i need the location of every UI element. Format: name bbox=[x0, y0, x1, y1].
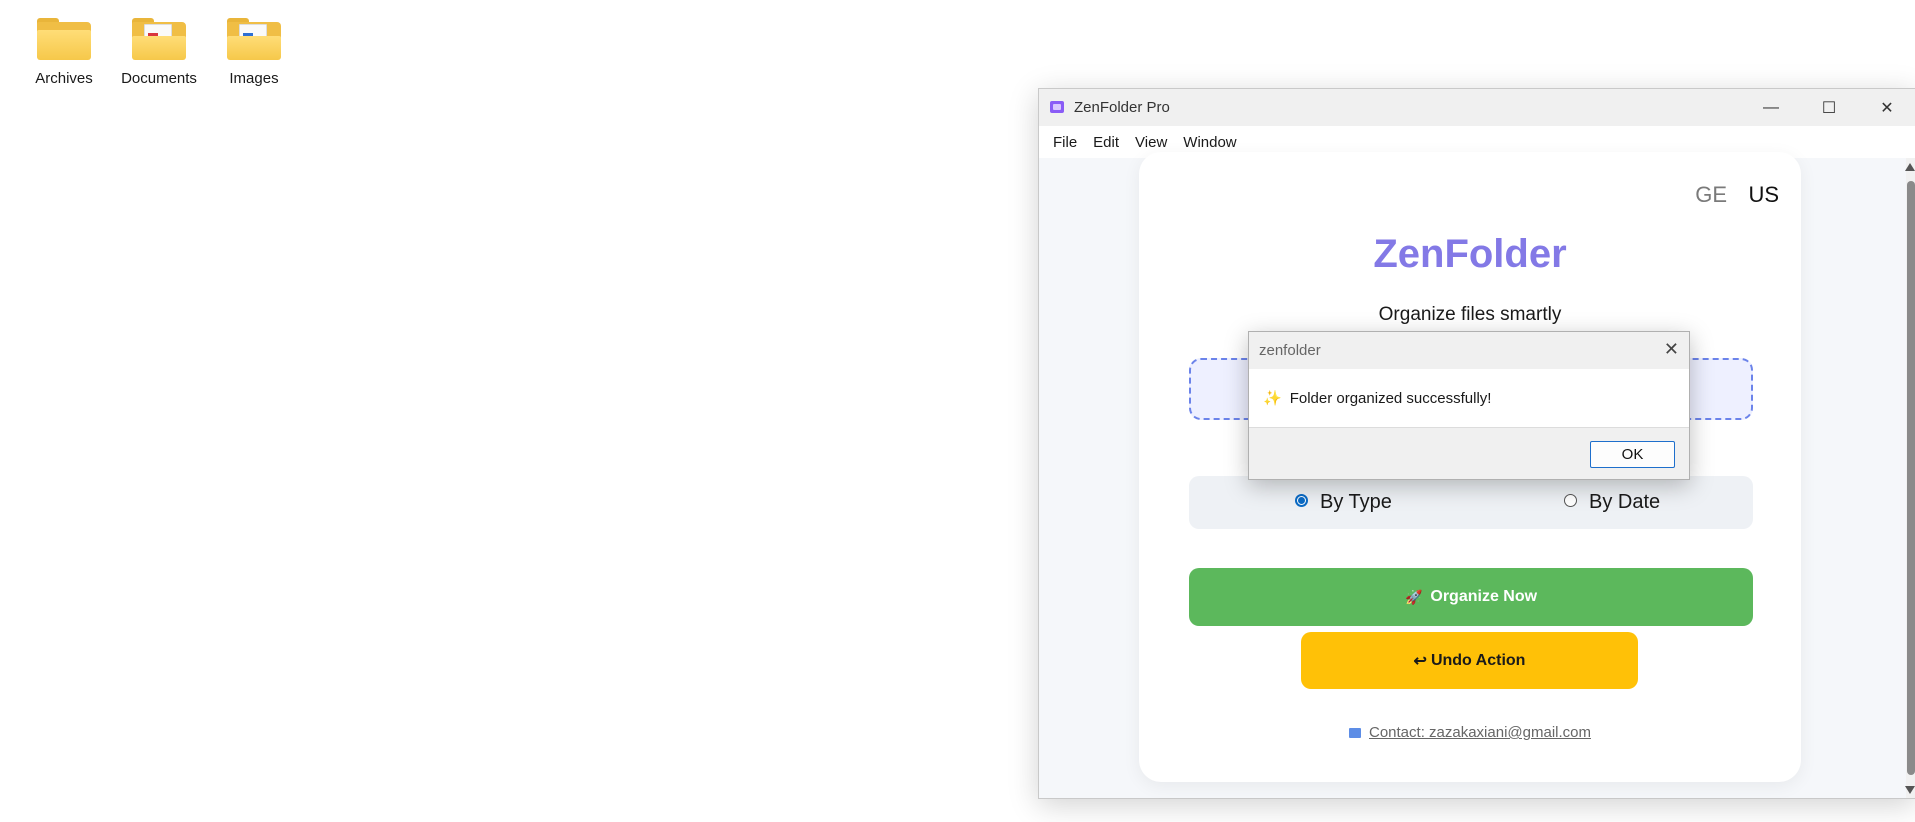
desktop-icon-label: Archives bbox=[35, 70, 93, 87]
dialog-message: Folder organized successfully! bbox=[1289, 389, 1492, 407]
contact-link[interactable]: Contact: zazakaxiani@gmail.com bbox=[1139, 724, 1801, 741]
language-ge-button[interactable]: GE bbox=[1695, 182, 1727, 208]
sort-by-date-option[interactable]: By Date bbox=[1564, 491, 1660, 514]
desktop-icon-label: Documents bbox=[121, 70, 197, 87]
folder-images-icon bbox=[227, 14, 281, 60]
sort-mode-group: By Type By Date bbox=[1189, 476, 1753, 529]
title-bar[interactable]: ZenFolder Pro — ☐ ✕ bbox=[1039, 89, 1915, 126]
menu-window[interactable]: Window bbox=[1175, 134, 1244, 151]
minimize-button[interactable]: — bbox=[1742, 89, 1800, 126]
sort-by-type-option[interactable]: By Type bbox=[1295, 491, 1392, 514]
scroll-down-arrow-icon[interactable] bbox=[1905, 786, 1915, 794]
sort-by-type-label: By Type bbox=[1320, 491, 1392, 513]
language-us-button[interactable]: US bbox=[1748, 182, 1779, 208]
envelope-icon bbox=[1349, 728, 1361, 739]
dialog-title-bar[interactable]: zenfolder ✕ bbox=[1249, 332, 1689, 369]
menu-view[interactable]: View bbox=[1127, 134, 1175, 151]
undo-action-label: Undo Action bbox=[1430, 651, 1526, 669]
sparkle-icon: ✨ bbox=[1263, 390, 1282, 407]
message-dialog: zenfolder ✕ ✨ Folder organized successfu… bbox=[1248, 331, 1690, 480]
scroll-up-arrow-icon[interactable] bbox=[1905, 163, 1915, 171]
desktop-icon-archives[interactable]: Archives bbox=[22, 14, 106, 87]
folder-documents-icon bbox=[132, 14, 186, 60]
undo-arrow-icon: ↩ bbox=[1413, 652, 1427, 670]
desktop-icon-documents[interactable]: Documents bbox=[117, 14, 201, 87]
organize-now-label: Organize Now bbox=[1430, 588, 1538, 605]
brand-title: ZenFolder bbox=[1373, 232, 1567, 276]
rocket-icon: 🚀 bbox=[1404, 588, 1423, 605]
app-icon bbox=[1050, 101, 1064, 113]
radio-checked-icon[interactable] bbox=[1295, 494, 1308, 507]
menu-file[interactable]: File bbox=[1045, 134, 1085, 151]
desktop-icon-label: Images bbox=[229, 70, 279, 87]
desktop-icon-images[interactable]: Images bbox=[212, 14, 296, 87]
folder-icon bbox=[37, 14, 91, 60]
radio-unchecked-icon[interactable] bbox=[1564, 494, 1577, 507]
dialog-ok-button[interactable]: OK bbox=[1590, 441, 1675, 468]
menu-edit[interactable]: Edit bbox=[1085, 134, 1127, 151]
tagline: Organize files smartly bbox=[1378, 304, 1562, 325]
maximize-button[interactable]: ☐ bbox=[1800, 89, 1858, 126]
close-button[interactable]: ✕ bbox=[1858, 89, 1915, 126]
sort-by-date-label: By Date bbox=[1589, 491, 1661, 513]
organize-now-button[interactable]: 🚀 Organize Now bbox=[1189, 568, 1753, 626]
contact-text: Contact: zazakaxiani@gmail.com bbox=[1369, 724, 1591, 741]
window-title: ZenFolder Pro bbox=[1074, 99, 1170, 116]
scrollbar-thumb[interactable] bbox=[1907, 181, 1915, 775]
dialog-title: zenfolder bbox=[1259, 342, 1321, 359]
dialog-close-button[interactable]: ✕ bbox=[1664, 339, 1679, 360]
undo-action-button[interactable]: ↩ Undo Action bbox=[1301, 632, 1638, 689]
dialog-body: ✨ Folder organized successfully! bbox=[1249, 369, 1689, 428]
